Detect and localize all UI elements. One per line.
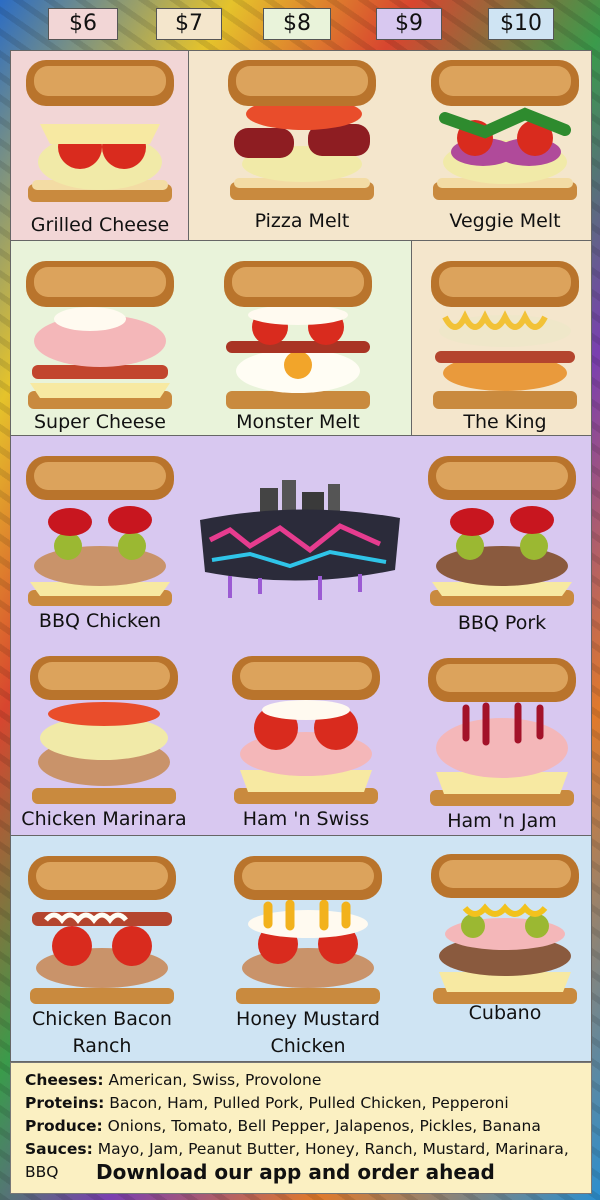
sandwich-name: Ham 'n Swiss (242, 808, 370, 830)
cheeses-line: Cheeses: American, Swiss, Provolone (25, 1071, 321, 1089)
sandwich-icon (428, 658, 576, 806)
price-tag-8: $8 (263, 8, 331, 40)
sandwich-grilled-cheese[interactable]: Grilled Cheese (20, 52, 180, 237)
sandwich-icon (431, 60, 579, 200)
sauces-list-continued: BBQ (25, 1163, 59, 1181)
sandwich-icon (431, 854, 579, 1004)
sandwich-ham-n-swiss[interactable]: Ham 'n Swiss (226, 650, 386, 835)
sandwich-icon (228, 60, 376, 200)
sandwich-super-cheese[interactable]: Super Cheese (20, 253, 180, 438)
sandwich-chicken-bacon-ranch[interactable]: Chicken Bacon Ranch (22, 850, 182, 1057)
sandwich-veggie-melt[interactable]: Veggie Melt (425, 52, 585, 237)
sandwich-pizza-melt[interactable]: Pizza Melt (222, 52, 382, 237)
sauces-list: Mayo, Jam, Peanut Butter, Honey, Ranch, … (97, 1140, 569, 1158)
sandwich-icon (224, 261, 372, 409)
sandwich-icon (26, 456, 174, 606)
sandwich-icon (28, 856, 176, 1004)
sandwich-icon (30, 656, 178, 804)
sandwich-name: The King (463, 411, 547, 433)
sandwich-monster-melt[interactable]: Monster Melt (218, 253, 378, 438)
sandwich-name: Veggie Melt (449, 210, 561, 232)
sandwich-icon (234, 856, 382, 1004)
sandwich-icon (232, 656, 380, 804)
price-tag-9: $9 (376, 8, 442, 40)
sandwich-cubano[interactable]: Cubano (425, 848, 585, 1033)
sandwich-name: BBQ Chicken (38, 610, 162, 632)
sandwich-name: Chicken Marinara (21, 808, 187, 830)
sandwich-chicken-marinara[interactable]: Chicken Marinara (21, 650, 187, 835)
sandwich-honey-mustard-chicken[interactable]: Honey Mustard Chicken (228, 850, 388, 1057)
produce-list: Onions, Tomato, Bell Pepper, Jalapenos, … (107, 1117, 541, 1135)
price-tag-6: $6 (48, 8, 118, 40)
sandwich-name: Pizza Melt (254, 210, 350, 232)
cheeses-list: American, Swiss, Provolone (108, 1071, 322, 1089)
sandwich-name: Monster Melt (236, 411, 360, 433)
price-tag-7: $7 (156, 8, 222, 40)
produce-label: Produce: (25, 1117, 103, 1135)
sauces-label: Sauces: (25, 1140, 93, 1158)
meltropolis-logo (190, 480, 410, 610)
sandwich-name: Chicken Bacon Ranch (32, 1008, 172, 1057)
download-app-cta[interactable]: Download our app and order ahead (96, 1160, 495, 1184)
proteins-label: Proteins: (25, 1094, 105, 1112)
price-tag-10: $10 (488, 8, 554, 40)
sandwich-name: BBQ Pork (457, 612, 547, 634)
sandwich-name: Grilled Cheese (30, 214, 170, 236)
price-header: $6 $7 $8 $9 $10 (0, 8, 600, 40)
sandwich-icon (428, 456, 576, 606)
sandwich-name: Honey Mustard Chicken (236, 1008, 380, 1057)
sauces-line-continued: BBQ (25, 1163, 58, 1181)
sandwich-name: Super Cheese (34, 411, 166, 433)
produce-line: Produce: Onions, Tomato, Bell Pepper, Ja… (25, 1117, 541, 1135)
sandwich-name: Ham 'n Jam (447, 810, 557, 832)
cheeses-label: Cheeses: (25, 1071, 104, 1089)
proteins-line: Proteins: Bacon, Ham, Pulled Pork, Pulle… (25, 1094, 509, 1112)
sandwich-icon (26, 261, 174, 409)
sandwich-name: Cubano (468, 1002, 542, 1024)
sandwich-the-king[interactable]: The King (425, 253, 585, 438)
sandwich-ham-n-jam[interactable]: Ham 'n Jam (422, 652, 582, 837)
sandwich-bbq-chicken[interactable]: BBQ Chicken (20, 450, 180, 635)
sandwich-bbq-pork[interactable]: BBQ Pork (422, 450, 582, 635)
sandwich-icon (431, 261, 579, 409)
proteins-list: Bacon, Ham, Pulled Pork, Pulled Chicken,… (109, 1094, 509, 1112)
sandwich-icon (26, 60, 174, 202)
sauces-line: Sauces: Mayo, Jam, Peanut Butter, Honey,… (25, 1140, 569, 1158)
